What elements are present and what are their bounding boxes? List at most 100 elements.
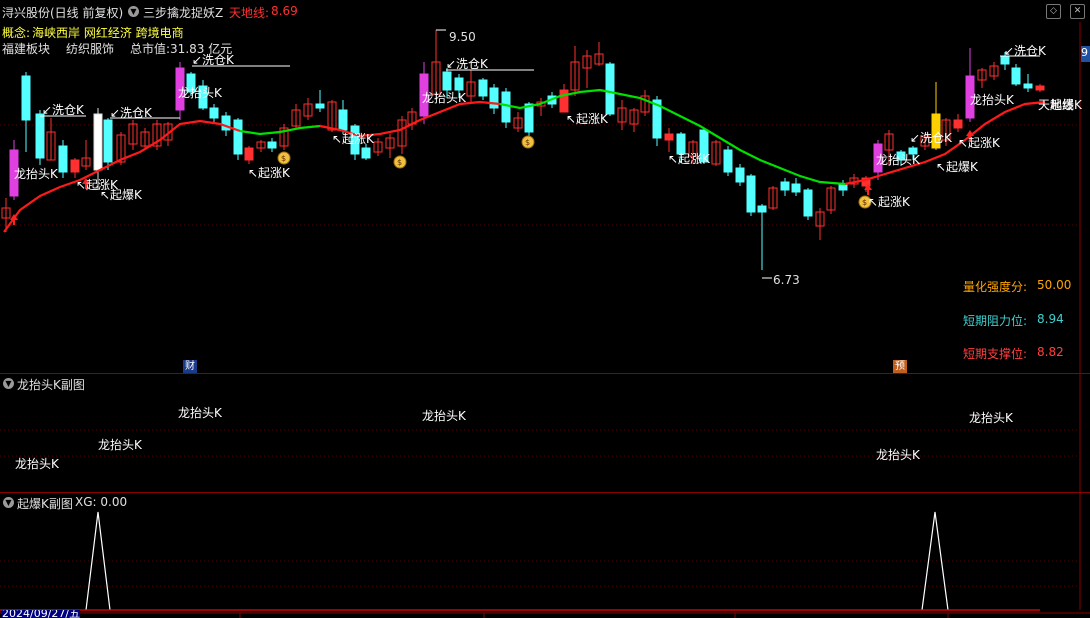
candlestick[interactable] [513,112,523,132]
svg-text:$: $ [525,138,530,147]
marker-longtaitou: 龙抬头K [970,93,1014,107]
stat-strength-value: 50.00 [1037,278,1072,292]
candlestick[interactable] [315,90,325,112]
marker-qizhang: ↖起涨K [332,132,374,146]
candlestick[interactable] [81,140,91,170]
candlestick[interactable] [385,134,395,158]
candlestick[interactable] [640,90,650,116]
panel3-xg: XG: 0.00 [75,495,128,509]
candlestick[interactable] [267,138,277,152]
candlestick[interactable] [478,78,488,100]
candlestick[interactable] [303,98,313,120]
low-price-label: 6.73 [773,273,800,287]
candlestick[interactable] [582,50,592,88]
marker-qizhang: ↖起涨K [668,152,710,166]
panel3-title[interactable]: 起爆K副图 [17,495,73,512]
candlestick[interactable] [803,188,813,220]
candlestick[interactable] [21,72,31,152]
candlestick[interactable] [780,178,790,196]
candlestick[interactable] [559,84,569,113]
candlestick[interactable] [279,124,289,150]
high-price-label: 9.50 [449,30,476,44]
stat-resistance-label: 短期阻力位: [963,314,1028,328]
candlestick[interactable] [233,118,243,160]
candlestick[interactable] [965,48,975,122]
stat-support-value: 8.82 [1037,345,1064,359]
marker-xicang: ↙洗仓K [910,131,952,145]
candlestick[interactable] [70,158,80,178]
spike-left [85,511,111,611]
marker-qibao: ↖起爆K [100,188,142,202]
candlestick[interactable] [103,118,113,170]
candlestick[interactable] [128,120,138,150]
candlestick[interactable] [838,180,848,196]
marker-xicang: ↙洗仓K [42,103,84,117]
marker-xicang: ↙洗仓K [446,57,488,71]
candlestick[interactable] [594,42,604,66]
candlestick[interactable] [664,128,674,152]
candlestick[interactable] [501,88,511,128]
candlestick[interactable] [1011,64,1021,86]
candlestick[interactable] [373,138,383,156]
candlestick[interactable] [338,100,348,134]
marker-longtaitou: 龙抬头K [14,167,58,181]
marker-qizhang: ↖起涨K [958,136,1000,150]
money-bag-icon: $ [277,151,291,165]
date-cursor: 2024/09/27/五 [2,610,81,618]
candlestick[interactable] [407,108,417,130]
stat-strength-label: 量化强度分: [963,280,1028,294]
marker-qibao: ↖起爆K [936,160,978,174]
panel-divider [0,373,1090,374]
candlestick[interactable] [746,174,756,216]
marker-xicang: ↙洗仓K [1004,44,1046,58]
candlestick[interactable] [1035,84,1045,92]
candlestick[interactable] [757,204,767,270]
candlestick[interactable] [397,116,407,154]
marker-longtaitou: 龙抬头K [876,153,920,167]
stat-resistance-value: 8.94 [1037,312,1064,326]
candlestick[interactable] [605,62,615,116]
chevron-down-icon[interactable]: ▼ [3,378,14,389]
marker-qibao-end: 起爆K [1050,98,1082,112]
candlestick[interactable] [1023,74,1033,92]
candlestick[interactable] [46,118,56,161]
candlestick[interactable] [735,164,745,186]
chevron-down-icon[interactable]: ▼ [3,497,14,508]
candlestick[interactable] [953,114,963,132]
candlestick[interactable] [35,110,45,165]
candlestick[interactable] [711,140,721,166]
badge-forecast[interactable]: 预 [893,360,907,373]
marker-longtaitou: 龙抬头K [178,86,222,100]
money-bag-icon: $ [521,135,535,149]
marker-qizhang: ↖起涨K [248,166,290,180]
candlestick[interactable] [466,70,476,102]
candlestick[interactable] [977,68,987,88]
candlestick[interactable] [152,120,162,150]
svg-text:$: $ [281,154,286,163]
candlestick[interactable] [768,186,778,210]
candlestick[interactable] [989,62,999,80]
svg-text:$: $ [397,158,402,167]
candlestick[interactable] [629,108,639,132]
candlestick[interactable] [570,46,580,96]
candlestick[interactable] [58,140,68,178]
candlestick[interactable] [826,186,836,214]
price-edge-tag: 9 [1081,46,1090,62]
marker-longtaitou: 龙抬头K [422,91,466,105]
candlestick[interactable] [791,178,801,196]
candlestick[interactable] [489,84,499,114]
candlestick[interactable] [723,146,733,176]
candlestick[interactable] [815,208,825,240]
candlestick[interactable] [291,104,301,128]
marker-xicang: ↙洗仓K [192,53,234,67]
candlestick[interactable] [536,98,546,116]
candlestick[interactable] [209,104,219,124]
candlestick[interactable] [244,146,254,164]
badge-finance[interactable]: 财 [183,360,197,373]
marker-qizhang: ↖起涨K [566,112,608,126]
stat-support-label: 短期支撑位: [963,347,1028,361]
candlestick[interactable] [256,140,266,152]
panel2-label: 龙抬头K [15,457,59,471]
main-chart-svg: $ $ $ $ [0,22,1090,618]
panel2-title[interactable]: 龙抬头K副图 [17,376,85,393]
